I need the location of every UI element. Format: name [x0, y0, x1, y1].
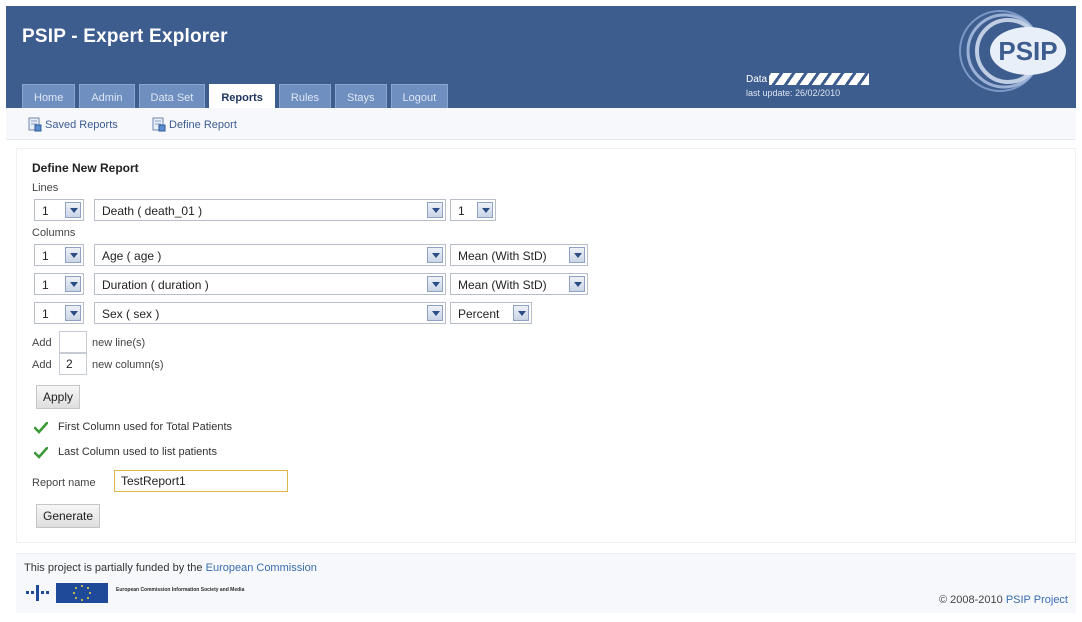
tab-data-set[interactable]: Data Set	[138, 84, 206, 108]
tab-stays[interactable]: Stays	[335, 84, 387, 108]
page-footer: This project is partially funded by the …	[16, 553, 1076, 613]
column-order-select[interactable]: 1	[34, 273, 84, 295]
chevron-down-icon[interactable]	[65, 305, 81, 321]
line-stat-select[interactable]: 1	[450, 199, 496, 221]
chevron-down-icon[interactable]	[427, 202, 443, 218]
chevron-down-icon[interactable]	[427, 305, 443, 321]
lines-label: Lines	[32, 182, 59, 194]
saved-reports-link[interactable]: Saved Reports	[28, 117, 118, 132]
add-lines-label: Add	[32, 337, 52, 349]
saved-reports-label: Saved Reports	[45, 118, 118, 131]
column-stat-select[interactable]: Mean (With StD)	[450, 244, 588, 266]
columns-label: Columns	[32, 227, 76, 239]
add-columns-label: Add	[32, 359, 52, 371]
eu-logo-text: European Commission Information Society …	[116, 587, 245, 593]
chevron-down-icon[interactable]	[65, 247, 81, 263]
check-icon	[34, 422, 48, 434]
chevron-down-icon[interactable]	[477, 202, 493, 218]
add-lines-suffix: new line(s)	[92, 337, 146, 349]
report-name-label: Report name	[32, 477, 96, 489]
line-variable-select[interactable]: Death ( death_01 )	[94, 199, 446, 221]
logo-text: PSIP	[998, 36, 1057, 66]
column-variable-select[interactable]: Sex ( sex )	[94, 302, 446, 324]
tab-reports[interactable]: Reports	[209, 84, 275, 108]
column-variable-select[interactable]: Age ( age )	[94, 244, 446, 266]
chevron-down-icon[interactable]	[569, 276, 585, 292]
add-columns-suffix: new column(s)	[92, 359, 164, 371]
app-title: PSIP - Expert Explorer	[22, 26, 228, 47]
report-subnav: Saved Reports Define Report	[6, 108, 1076, 140]
define-report-link[interactable]: Define Report	[152, 117, 237, 132]
data-label: Data	[746, 73, 768, 85]
column-stat-select[interactable]: Percent	[450, 302, 532, 324]
column-variable-select[interactable]: Duration ( duration )	[94, 273, 446, 295]
define-report-panel: Define New Report Lines 1 Death ( death_…	[16, 148, 1076, 543]
psip-project-link[interactable]: PSIP Project	[1006, 594, 1068, 606]
tab-admin[interactable]: Admin	[79, 84, 135, 108]
copyright: © 2008-2010 PSIP Project	[939, 594, 1068, 606]
chevron-down-icon[interactable]	[427, 276, 443, 292]
column-stat-select[interactable]: Mean (With StD)	[450, 273, 588, 295]
funding-notice: This project is partially funded by the …	[24, 562, 317, 574]
chevron-down-icon[interactable]	[65, 276, 81, 292]
add-lines-input[interactable]	[59, 331, 87, 353]
tab-rules[interactable]: Rules	[278, 84, 332, 108]
european-commission-link[interactable]: European Commission	[206, 562, 317, 574]
report-name-input[interactable]	[114, 470, 288, 492]
apply-button[interactable]: Apply	[36, 385, 81, 409]
first-column-note: First Column used for Total Patients	[58, 421, 233, 433]
chevron-down-icon[interactable]	[427, 247, 443, 263]
panel-title: Define New Report	[32, 161, 139, 175]
app-header: PSIP - Expert Explorer Home Admin Data S…	[6, 6, 1076, 108]
check-icon	[34, 447, 48, 459]
column-order-select[interactable]: 1	[34, 244, 84, 266]
main-tabs: Home Admin Data Set Reports Rules Stays …	[22, 84, 449, 108]
tab-home[interactable]: Home	[22, 84, 76, 108]
data-status: Data last update: 26/02/2010	[746, 72, 870, 98]
eu-logos: European Commission Information Society …	[24, 582, 264, 604]
last-update: last update: 26/02/2010	[746, 88, 841, 98]
data-progress-hatch	[769, 73, 870, 85]
column-order-select[interactable]: 1	[34, 302, 84, 324]
document-icon	[28, 117, 42, 132]
tab-logout[interactable]: Logout	[390, 84, 449, 108]
generate-button[interactable]: Generate	[36, 504, 101, 528]
line-order-select[interactable]: 1	[34, 199, 84, 221]
add-columns-input[interactable]	[59, 353, 87, 375]
chevron-down-icon[interactable]	[569, 247, 585, 263]
psip-logo: PSIP	[959, 10, 1066, 92]
eu-flag-icon	[26, 583, 108, 603]
define-report-label: Define Report	[169, 118, 237, 131]
chevron-down-icon[interactable]	[65, 202, 81, 218]
document-icon	[152, 117, 166, 132]
last-column-note: Last Column used to list patients	[58, 446, 217, 458]
chevron-down-icon[interactable]	[513, 305, 529, 321]
